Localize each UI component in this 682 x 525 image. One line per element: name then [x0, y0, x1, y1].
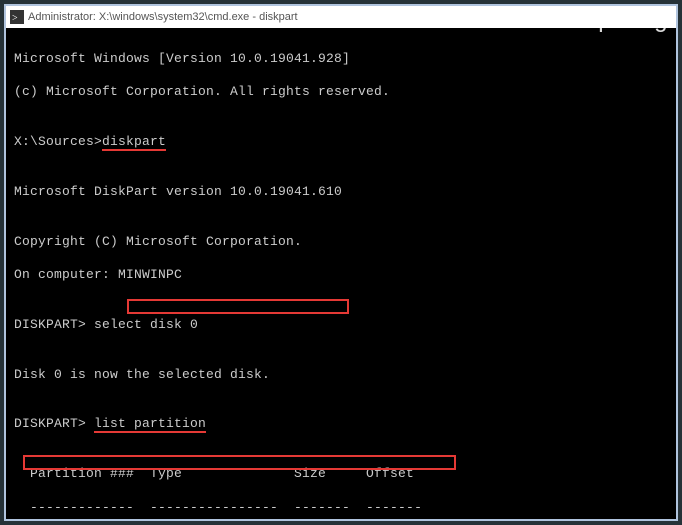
- command-select-disk: select disk 0: [94, 317, 198, 332]
- prompt-line: DISKPART> select disk 0: [14, 317, 668, 334]
- watermark-text: www.wintips.org: [488, 6, 668, 34]
- table-header: Partition ### Type Size Offset: [14, 466, 668, 483]
- output-line: Microsoft DiskPart version 10.0.19041.61…: [14, 184, 668, 201]
- prompt: X:\Sources>: [14, 134, 102, 149]
- svg-text:>: >: [12, 13, 18, 24]
- prompt-line: X:\Sources>diskpart: [14, 134, 668, 151]
- output-line: Copyright (C) Microsoft Corporation.: [14, 234, 668, 251]
- command-list-partition: list partition: [94, 416, 206, 433]
- terminal-output[interactable]: Microsoft Windows [Version 10.0.19041.92…: [6, 28, 676, 519]
- output-line: Microsoft Windows [Version 10.0.19041.92…: [14, 51, 668, 68]
- command-diskpart: diskpart: [102, 134, 166, 151]
- window-title: Administrator: X:\windows\system32\cmd.e…: [28, 11, 298, 23]
- cmd-icon: >: [10, 10, 24, 24]
- output-line: On computer: MINWINPC: [14, 267, 668, 284]
- table-sep: ------------- ---------------- ------- -…: [14, 500, 668, 517]
- output-line: (c) Microsoft Corporation. All rights re…: [14, 84, 668, 101]
- prompt: DISKPART>: [14, 317, 94, 332]
- output-line: Disk 0 is now the selected disk.: [14, 367, 668, 384]
- prompt: DISKPART>: [14, 416, 94, 431]
- prompt-line: DISKPART> list partition: [14, 416, 668, 433]
- cmd-window: > Administrator: X:\windows\system32\cmd…: [4, 4, 678, 521]
